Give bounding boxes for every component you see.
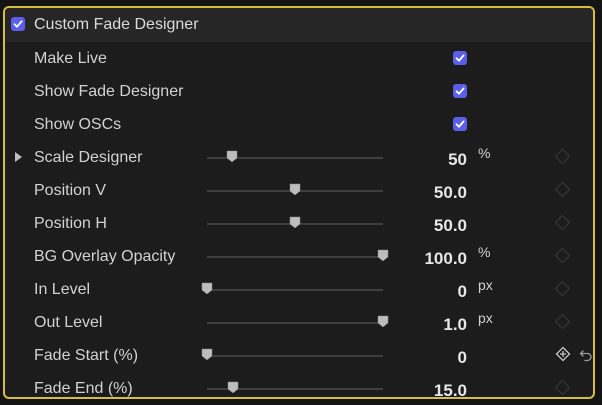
param-label: BG Overlay Opacity <box>34 248 176 265</box>
param-checkbox[interactable] <box>453 51 467 65</box>
param-value[interactable]: 1.0 <box>443 315 467 335</box>
param-row: Show Fade Designer <box>5 75 593 108</box>
slider-thumb[interactable] <box>201 282 213 295</box>
param-label: In Level <box>34 281 91 298</box>
param-row: Fade End (%) 15.0 <box>5 372 593 397</box>
param-label: Out Level <box>34 314 103 331</box>
reset-arrow-icon[interactable] <box>579 348 593 362</box>
keyframe-diamond-icon[interactable] <box>554 313 571 330</box>
param-value[interactable]: 0 <box>458 348 467 368</box>
param-label: Scale Designer <box>34 149 143 166</box>
param-row: Out Level 1.0 px <box>5 306 593 339</box>
section-enable-checkbox[interactable] <box>11 17 25 31</box>
keyframe-diamond-icon[interactable] <box>554 181 571 198</box>
param-label: Position H <box>34 215 107 232</box>
param-row: Position V 50.0 <box>5 174 593 207</box>
param-unit: px <box>478 277 493 293</box>
param-row: Show OSCs <box>5 108 593 141</box>
slider-thumb[interactable] <box>377 249 389 262</box>
param-checkbox[interactable] <box>453 84 467 98</box>
param-value[interactable]: 50 <box>448 150 467 170</box>
param-row: In Level 0 px <box>5 273 593 306</box>
checkmark-icon <box>13 20 23 28</box>
keyframe-diamond-icon[interactable] <box>554 148 571 165</box>
param-label: Position V <box>34 182 107 199</box>
param-value[interactable]: 50.0 <box>434 216 467 236</box>
keyframe-diamond-icon[interactable] <box>554 247 571 264</box>
param-unit: % <box>478 244 491 260</box>
slider-thumb[interactable] <box>289 216 301 229</box>
add-keyframe-icon[interactable] <box>555 346 571 362</box>
param-label: Make Live <box>34 50 107 67</box>
param-label: Show Fade Designer <box>34 83 184 100</box>
section-title: Custom Fade Designer <box>34 16 199 33</box>
slider-track[interactable] <box>207 289 383 291</box>
checkmark-icon <box>455 54 465 62</box>
param-row: Make Live <box>5 42 593 75</box>
param-row: Scale Designer 50% <box>5 141 593 174</box>
param-value[interactable]: 0 <box>458 282 467 302</box>
section-header: Custom Fade Designer <box>5 8 593 42</box>
inspector-panel: Custom Fade Designer Make Live Show Fade … <box>3 6 595 399</box>
slider-track[interactable] <box>207 256 383 258</box>
param-row: BG Overlay Opacity 100.0% <box>5 240 593 273</box>
param-row: Position H 50.0 <box>5 207 593 240</box>
param-label: Show OSCs <box>34 116 122 133</box>
keyframe-diamond-icon[interactable] <box>554 379 571 396</box>
param-label: Fade Start (%) <box>34 347 139 364</box>
param-label: Fade End (%) <box>34 380 133 397</box>
slider-thumb[interactable] <box>377 315 389 328</box>
slider-thumb[interactable] <box>226 150 238 163</box>
slider-thumb[interactable] <box>289 183 301 196</box>
slider-thumb[interactable] <box>227 381 239 394</box>
checkmark-icon <box>455 120 465 128</box>
slider-track[interactable] <box>207 355 383 357</box>
param-value[interactable]: 15.0 <box>434 381 467 397</box>
slider-thumb[interactable] <box>201 348 213 361</box>
param-unit: px <box>478 310 493 326</box>
disclosure-triangle-icon[interactable] <box>15 152 22 162</box>
checkmark-icon <box>455 87 465 95</box>
param-value[interactable]: 50.0 <box>434 183 467 203</box>
param-checkbox[interactable] <box>453 117 467 131</box>
keyframe-diamond-icon[interactable] <box>554 214 571 231</box>
keyframe-diamond-icon[interactable] <box>554 280 571 297</box>
slider-track[interactable] <box>207 322 383 324</box>
param-unit: % <box>478 145 491 161</box>
param-value[interactable]: 100.0 <box>424 249 467 269</box>
param-row: Fade Start (%) 0 <box>5 339 593 372</box>
